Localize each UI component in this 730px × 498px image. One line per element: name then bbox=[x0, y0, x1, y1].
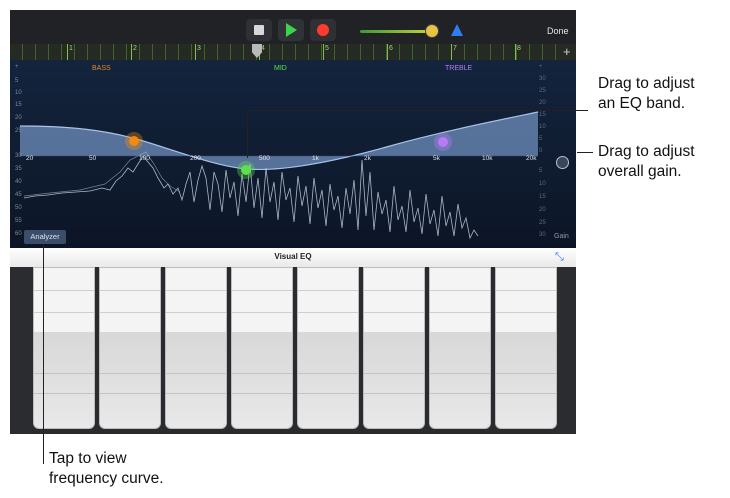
control-bar: Done bbox=[10, 10, 576, 44]
analyzer-spectrum-peak bbox=[23, 151, 181, 197]
gain-callout: Drag to adjust overall gain. bbox=[598, 142, 695, 182]
record-icon bbox=[317, 24, 329, 36]
analyzer-callout-line bbox=[43, 244, 44, 464]
freq-label: 2k bbox=[364, 155, 371, 162]
right-axis-label: 15 bbox=[539, 112, 546, 118]
gain-callout-line1: Drag to adjust bbox=[598, 143, 695, 160]
gain-callout-line2: overall gain. bbox=[598, 163, 682, 180]
band-callout-line2: an EQ band. bbox=[598, 95, 686, 112]
right-axis-label: 5 bbox=[539, 168, 543, 174]
band-callout-line bbox=[247, 110, 248, 158]
ruler-bar-5: 5 bbox=[325, 45, 329, 52]
freq-label: 50 bbox=[89, 155, 97, 162]
bass-label: BASS bbox=[92, 65, 111, 72]
ruler-ticks bbox=[10, 44, 562, 60]
right-axis-label: 30 bbox=[539, 76, 546, 82]
treble-label: TREBLE bbox=[445, 65, 473, 72]
analyzer-callout: Tap to view frequency curve. bbox=[49, 449, 164, 489]
control-strip[interactable] bbox=[495, 267, 557, 429]
band-callout: Drag to adjust an EQ band. bbox=[598, 74, 695, 114]
band-callout-line1: Drag to adjust bbox=[598, 75, 695, 92]
expand-icon[interactable]: ⤡ bbox=[555, 251, 564, 264]
control-strip[interactable] bbox=[429, 267, 491, 429]
freq-label: 20k bbox=[526, 155, 537, 162]
left-axis-label: 45 bbox=[15, 192, 22, 198]
metronome-icon[interactable] bbox=[451, 24, 463, 36]
mid-band-handle bbox=[241, 165, 251, 175]
ruler-bar-3: 3 bbox=[197, 45, 201, 52]
freq-label: 500 bbox=[259, 155, 270, 162]
done-button[interactable]: Done bbox=[547, 26, 569, 36]
eq-curve-graph bbox=[19, 111, 539, 240]
right-axis-label: 15 bbox=[539, 194, 546, 200]
freq-label: 1k bbox=[312, 155, 319, 162]
analyzer-button[interactable]: Analyzer bbox=[24, 230, 66, 244]
freq-label: 20 bbox=[26, 155, 34, 162]
ipad-screen: Done 1 2 3 4 5 6 7 8 + BASS MID TREBLE +… bbox=[10, 10, 576, 434]
left-axis-label: 30 bbox=[15, 153, 22, 159]
left-axis-label: 60 bbox=[15, 231, 22, 237]
ruler-bar-6: 6 bbox=[389, 45, 393, 52]
right-axis-label: 25 bbox=[539, 88, 546, 94]
controls-panel bbox=[10, 267, 576, 434]
visual-eq-header: Visual EQ ⤡ bbox=[10, 248, 576, 268]
left-axis-label: 25 bbox=[15, 128, 22, 134]
stop-button[interactable] bbox=[246, 19, 272, 41]
gain-callout-line bbox=[577, 152, 593, 153]
left-axis-label: 50 bbox=[15, 205, 22, 211]
ruler-bar-1: 1 bbox=[69, 45, 73, 52]
left-axis-label: 55 bbox=[15, 218, 22, 224]
stop-icon bbox=[254, 25, 264, 35]
visual-eq-graph[interactable]: BASS MID TREBLE + 5 10 15 20 25 30 35 40… bbox=[10, 60, 576, 248]
right-axis-label: 25 bbox=[539, 220, 546, 226]
control-strip[interactable] bbox=[363, 267, 425, 429]
control-strip[interactable] bbox=[165, 267, 227, 429]
left-axis-label: + bbox=[15, 64, 19, 70]
panel-side-right bbox=[556, 267, 576, 434]
band-callout-line bbox=[247, 110, 588, 111]
record-button[interactable] bbox=[310, 19, 336, 41]
right-axis-label: 0 bbox=[539, 148, 543, 154]
panel-side-left bbox=[10, 267, 32, 434]
freq-label: 10k bbox=[482, 155, 493, 162]
right-axis-label: 20 bbox=[539, 207, 546, 213]
play-icon bbox=[285, 23, 297, 37]
treble-band-handle bbox=[438, 137, 448, 147]
left-axis-label: 35 bbox=[15, 166, 22, 172]
right-axis-label: 20 bbox=[539, 100, 546, 106]
add-section-button[interactable]: + bbox=[563, 44, 571, 60]
mid-label: MID bbox=[274, 65, 287, 72]
ruler-bar-7: 7 bbox=[453, 45, 457, 52]
volume-slider-knob[interactable] bbox=[425, 24, 439, 38]
control-strip[interactable] bbox=[297, 267, 359, 429]
freq-label: 200 bbox=[190, 155, 201, 162]
freq-label: 100 bbox=[139, 155, 150, 162]
right-axis-label: 5 bbox=[539, 136, 543, 142]
bass-band-handle bbox=[129, 136, 139, 146]
control-strip[interactable] bbox=[99, 267, 161, 429]
ruler-bar-8: 8 bbox=[517, 45, 521, 52]
right-axis-label: + bbox=[539, 64, 543, 70]
analyzer-callout-line1: Tap to view bbox=[49, 450, 127, 467]
left-axis-label: 5 bbox=[15, 78, 19, 84]
right-axis-label: 10 bbox=[539, 124, 546, 130]
analyzer-callout-line2: frequency curve. bbox=[49, 470, 164, 487]
control-strip[interactable] bbox=[231, 267, 293, 429]
timeline-ruler[interactable]: 1 2 3 4 5 6 7 8 + bbox=[10, 44, 576, 60]
freq-label: 5k bbox=[433, 155, 440, 162]
right-axis-label: 10 bbox=[539, 181, 546, 187]
volume-slider[interactable] bbox=[360, 30, 430, 33]
right-axis-label: 30 bbox=[539, 232, 546, 238]
left-axis-label: 40 bbox=[15, 179, 22, 185]
left-axis-label: 10 bbox=[15, 90, 22, 96]
visual-eq-title: Visual EQ bbox=[274, 252, 312, 261]
ruler-bar-2: 2 bbox=[133, 45, 137, 52]
left-axis-label: 15 bbox=[15, 102, 22, 108]
eq-curve-fill bbox=[20, 112, 538, 170]
gain-label: Gain bbox=[554, 233, 569, 240]
play-button[interactable] bbox=[278, 19, 304, 41]
gain-slider-knob[interactable] bbox=[556, 156, 569, 169]
left-axis-label: 20 bbox=[15, 115, 22, 121]
